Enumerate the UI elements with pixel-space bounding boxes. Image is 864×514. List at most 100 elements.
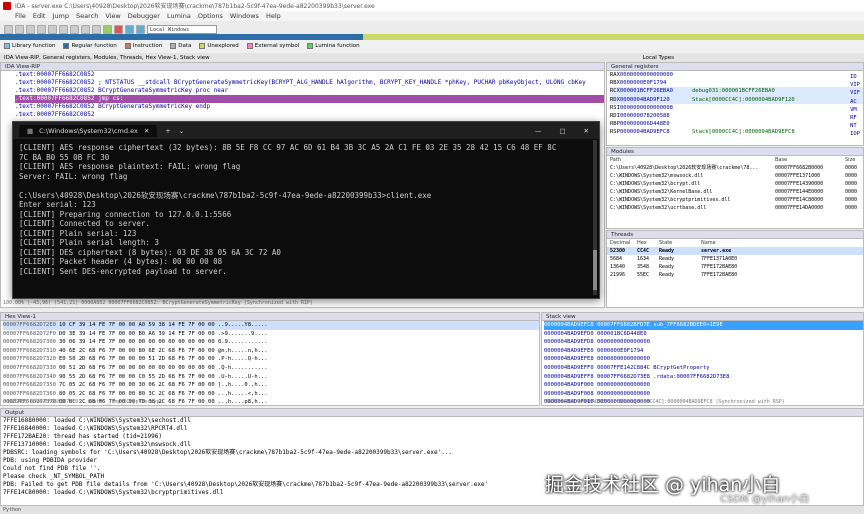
register-value[interactable]: 0000004BAD9EFC8 xyxy=(620,128,692,136)
forward-icon[interactable] xyxy=(37,25,46,34)
stack-row[interactable]: 0000004BAD9EFE8 0000000000000000 xyxy=(544,355,863,364)
disasm-line[interactable]: .text:00007FF6682C0852 jmp cs: xyxy=(15,95,604,103)
disasm-line[interactable]: .text:00007FF6682C0852 xyxy=(15,111,604,119)
tabs-label[interactable]: IDA View-RIP, General registers, Modules… xyxy=(4,55,210,61)
menu-item-edit[interactable]: Edit xyxy=(33,12,46,20)
threads-header-decimal[interactable]: Decimal xyxy=(607,239,637,247)
register-ref[interactable]: debug031:000001BCFF26EBA0 xyxy=(692,87,775,95)
register-row[interactable]: RSI 0000000000000008 xyxy=(610,104,863,112)
hex-row[interactable]: 00007FF6682D72F0 D0 3E 39 14 FE 7F 00 00 … xyxy=(3,330,539,339)
register-value[interactable]: 000000078200588 xyxy=(620,112,692,120)
stack-row[interactable]: 0000004BAD9F000 0000000000000000 xyxy=(544,381,863,390)
stack-row[interactable]: 0000004BAD9EFF8 00007FF6682D73E8 .rdata:… xyxy=(544,373,863,382)
menu-item-help[interactable]: Help xyxy=(266,12,281,20)
modules-header-base[interactable]: Base xyxy=(775,156,845,164)
hex-icon[interactable] xyxy=(59,25,68,34)
cmd-window[interactable]: ▩ C:\Windows\System32\cmd.ex ✕ + ⌄ — □ ✕… xyxy=(12,121,600,299)
menu-item-debugger[interactable]: Debugger xyxy=(128,12,160,20)
stack-view-title[interactable]: Stack view xyxy=(542,313,863,321)
register-row[interactable]: RBP 000000006D448E0 xyxy=(610,120,863,128)
modules-header-path[interactable]: Path xyxy=(607,156,775,164)
register-ref[interactable]: Stack[0000CC4C]:0000004BAD9EFC8 xyxy=(692,128,795,136)
minimize-icon[interactable]: — xyxy=(535,127,542,135)
register-row[interactable]: RDI 000000078200588 xyxy=(610,112,863,120)
cmd-tab[interactable]: ▩ C:\Windows\System32\cmd.ex ✕ xyxy=(19,124,158,137)
thread-row[interactable]: 21996 55EC Ready 7FFE172BAE80 xyxy=(607,271,863,279)
stack-row[interactable]: 0000004BAD9EFE0 0000000E0F1794 xyxy=(544,347,863,356)
new-tab-icon[interactable]: + xyxy=(165,127,170,135)
disassembly-listing[interactable]: .text:00007FF6682C0852 .text:00007FF6682C… xyxy=(1,71,604,119)
step-over-icon[interactable] xyxy=(136,25,145,34)
save-icon[interactable] xyxy=(15,25,24,34)
hex-row[interactable]: 00007FF6682D7300 30 06 39 14 FE 7F 00 00 … xyxy=(3,338,539,347)
data-icon[interactable] xyxy=(81,25,90,34)
register-row[interactable]: RDX 0000004BAD9F120 Stack[0000CC4C]:000000… xyxy=(610,95,863,104)
flags-list[interactable]: ID VIP VIF AC VM RF NT IOP xyxy=(850,73,860,139)
modules-title[interactable]: Modules xyxy=(607,148,863,156)
module-row[interactable]: C:\Users\40928\Desktop\2026软安现场赛\crackme… xyxy=(607,164,863,172)
stack-list[interactable]: 0000004BAD9EFC8 00007FF6682BFD7E sub_7FF… xyxy=(542,321,863,407)
stack-row[interactable]: 0000004BAD9EFF0 00007FFE142C884C BCryptG… xyxy=(544,364,863,373)
stack-row[interactable]: 0000004BAD9EFC8 00007FF6682BFD7E sub_7FF… xyxy=(544,321,863,330)
maximize-icon[interactable]: □ xyxy=(559,127,565,135)
run-icon[interactable] xyxy=(103,25,112,34)
register-row[interactable]: RSP 0000004BAD9EFC8 Stack[0000CC4C]:000000… xyxy=(610,128,863,136)
thread-row[interactable]: 13640 3548 Ready 7FFE172BAE80 xyxy=(607,263,863,271)
thread-row[interactable]: 52300 CC4C Ready server.exe xyxy=(607,247,863,255)
chevron-down-icon[interactable]: ⌄ xyxy=(179,127,184,135)
register-value[interactable]: 000001BCFF26EBA0 xyxy=(620,87,692,95)
stop-icon[interactable] xyxy=(114,25,123,34)
register-ref[interactable]: Stack[0000CC4C]:0000004BAD9F120 xyxy=(692,96,795,104)
register-value[interactable]: 0000000E0F1794 xyxy=(620,79,692,87)
hex-dump[interactable]: 00007FF6682D72E0 10 CF 39 14 FE 7F 00 00 … xyxy=(1,321,539,407)
menu-item-jump[interactable]: Jump xyxy=(52,12,69,20)
ida-view-title[interactable]: IDA View-RIP xyxy=(1,63,604,71)
disasm-line[interactable]: .text:00007FF6682C0852 xyxy=(15,71,604,79)
step-into-icon[interactable] xyxy=(125,25,134,34)
module-row[interactable]: C:\WINDOWS\System32\ucrtbase.dll 00007FFE… xyxy=(607,204,863,212)
menu-item-lumina[interactable]: Lumina xyxy=(167,12,191,20)
register-value[interactable]: 0000004BAD9F120 xyxy=(620,96,692,104)
menu-item-view[interactable]: View xyxy=(105,12,120,20)
register-value[interactable]: 000000006D448E0 xyxy=(620,120,692,128)
register-value[interactable]: 0000000000000008 xyxy=(620,104,692,112)
module-row[interactable]: C:\WINDOWS\System32\KernelBase.dll 00007F… xyxy=(607,188,863,196)
module-row[interactable]: C:\WINDOWS\System32\bcryptprimitives.dll… xyxy=(607,196,863,204)
modules-header-size[interactable]: Size xyxy=(845,156,855,164)
stack-row[interactable]: 0000004BAD9EFD0 000001BC6D448E0 xyxy=(544,330,863,339)
hex-row[interactable]: 00007FF6682D7340 90 55 2D 68 F6 7F 00 00 … xyxy=(3,373,539,382)
cmd-output[interactable]: [CLIENT] AES response ciphertext (32 byt… xyxy=(13,139,599,280)
hex-row[interactable]: 00007FF6682D72E0 10 CF 39 14 FE 7F 00 00 … xyxy=(3,321,539,330)
hex-row[interactable]: 00007FF6682D7320 E0 50 2D 68 F6 7F 00 00 … xyxy=(3,355,539,364)
hex-row[interactable]: 00007FF6682D7310 40 6E 2C 68 F6 7F 00 00 … xyxy=(3,347,539,356)
register-row[interactable]: RBX 0000000E0F1794 xyxy=(610,79,863,87)
register-row[interactable]: RCX 000001BCFF26EBA0 debug031:000001BCFF26… xyxy=(610,87,863,96)
hex-row[interactable]: 00007FF6682D7330 00 51 2D 68 F6 7F 00 00 … xyxy=(3,364,539,373)
back-icon[interactable] xyxy=(26,25,35,34)
thread-row[interactable]: 5684 1634 Ready 7FFE1371A0E0 xyxy=(607,255,863,263)
hex-row[interactable]: 00007FF6682D7350 7C 05 2C 68 F6 7F 00 00 … xyxy=(3,381,539,390)
local-types-tab[interactable]: Local Types xyxy=(642,55,864,61)
disasm-line[interactable]: .text:00007FF6682C0852 BCryptGenerateSym… xyxy=(15,103,604,111)
cmd-scrollbar[interactable] xyxy=(593,140,597,295)
python-input[interactable]: Python xyxy=(0,506,864,514)
code-icon[interactable] xyxy=(92,25,101,34)
module-row[interactable]: C:\WINDOWS\System32\bcrypt.dll 00007FFE14… xyxy=(607,180,863,188)
function-icon[interactable] xyxy=(70,25,79,34)
modules-list[interactable]: C:\Users\40928\Desktop\2026软安现场赛\crackme… xyxy=(607,164,863,212)
threads-title[interactable]: Threads xyxy=(607,231,863,239)
threads-header-state[interactable]: State xyxy=(659,239,701,247)
threads-header-name[interactable]: Name xyxy=(701,239,716,247)
navigation-band[interactable] xyxy=(0,34,864,40)
module-row[interactable]: C:\WINDOWS\System32\mswsock.dll 00007FFE1… xyxy=(607,172,863,180)
hex-view-title[interactable]: Hex View-1 xyxy=(1,313,539,321)
output-title[interactable]: Output xyxy=(1,409,863,417)
close-icon[interactable]: ✕ xyxy=(584,127,589,135)
register-value[interactable]: 0000000000000000 xyxy=(620,71,692,79)
menu-item-search[interactable]: Search xyxy=(76,12,98,20)
search-icon[interactable] xyxy=(48,25,57,34)
stack-row[interactable]: 0000004BAD9EFD8 0000000000000000 xyxy=(544,338,863,347)
open-icon[interactable] xyxy=(4,25,13,34)
menu-item-file[interactable]: File xyxy=(15,12,26,20)
register-row[interactable]: RAX 0000000000000000 xyxy=(610,71,863,79)
